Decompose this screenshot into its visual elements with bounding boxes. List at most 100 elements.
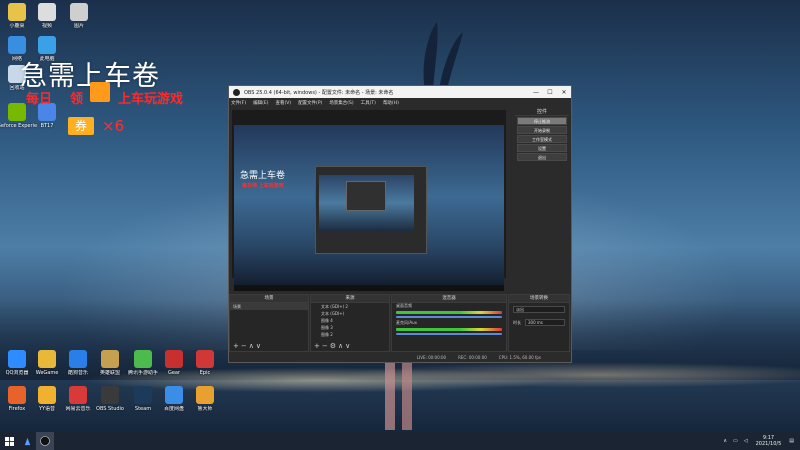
promo-left-text: 每日 bbox=[26, 92, 53, 107]
scenes-header: 场景 bbox=[230, 295, 308, 303]
desktop-audio-meter bbox=[396, 311, 502, 314]
minimize-icon[interactable]: — bbox=[529, 89, 543, 96]
studio-mode-button[interactable]: 工作室模式 bbox=[517, 135, 567, 143]
taskbar: ∧ ▭ ◁ 9:17 2021/10/5 ▤ bbox=[0, 432, 800, 450]
app-icon bbox=[70, 3, 88, 21]
nested-inner-window bbox=[346, 181, 386, 211]
mixer-track-label: 麦克风/Aux bbox=[396, 320, 417, 325]
wallpaper-figure-legs bbox=[385, 362, 412, 430]
app-icon bbox=[38, 350, 56, 368]
desktop-icon[interactable]: 图片 bbox=[59, 3, 99, 29]
obs-window[interactable]: OBS 25.0.4 (64-bit, windows) - 配置文件: 未命名… bbox=[228, 85, 572, 363]
desktop-audio-slider[interactable] bbox=[396, 316, 502, 318]
app-icon bbox=[134, 386, 152, 404]
start-recording-button[interactable]: 开始录制 bbox=[517, 126, 567, 134]
chevron-up-icon[interactable]: ∧ bbox=[723, 438, 727, 444]
mic-audio-meter bbox=[396, 328, 502, 331]
duration-label: 时长 bbox=[513, 319, 521, 325]
menu-file[interactable]: 文件(F) bbox=[231, 100, 246, 106]
promo-badge bbox=[90, 82, 110, 102]
mixer-header: 混音器 bbox=[392, 295, 506, 303]
menu-view[interactable]: 查看(V) bbox=[275, 100, 291, 106]
menu-tools[interactable]: 工具(T) bbox=[361, 100, 376, 106]
app-icon bbox=[8, 386, 26, 404]
obs-menubar: 文件(F) 编辑(E) 查看(V) 配置文件(P) 场景集合(S) 工具(T) … bbox=[229, 98, 571, 107]
desktop-icon-label: 图片 bbox=[73, 23, 84, 29]
transition-type-select[interactable]: 淡出 bbox=[513, 306, 565, 313]
app-icon bbox=[8, 3, 26, 21]
obs-title-text: OBS 25.0.4 (64-bit, windows) - 配置文件: 未命名… bbox=[244, 89, 394, 96]
scene-item[interactable]: 场景 bbox=[230, 303, 308, 310]
taskbar-obs[interactable] bbox=[36, 432, 54, 450]
sources-header: 来源 bbox=[311, 295, 389, 303]
sources-dock: 来源 文本 (GDI+) 2 文本 (GDI+) 图像 4 图像 3 图像 2 … bbox=[310, 294, 390, 352]
desktop-icon-label: BT17 bbox=[40, 123, 54, 129]
menu-scene-collection[interactable]: 场景集合(S) bbox=[329, 100, 353, 106]
source-item[interactable]: 图像 2 bbox=[311, 331, 389, 338]
obs-statusbar: LIVE: 00:00:00 REC: 00:00:00 CPU: 1.5%, … bbox=[229, 353, 571, 362]
system-tray: ∧ ▭ ◁ 9:17 2021/10/5 ▤ bbox=[723, 435, 800, 447]
desktop-icon-label: Epic bbox=[199, 370, 211, 376]
app-icon bbox=[134, 350, 152, 368]
status-rec: REC: 00:00:00 bbox=[458, 355, 487, 360]
app-icon bbox=[196, 350, 214, 368]
app-icon bbox=[8, 36, 26, 54]
promo-right-text: 上车玩游戏 bbox=[118, 92, 184, 107]
app-icon bbox=[196, 386, 214, 404]
transitions-dock: 场景转换 淡出 时长 300 ms bbox=[508, 294, 570, 352]
settings-button[interactable]: 设置 bbox=[517, 144, 567, 152]
controls-header: 控件 bbox=[515, 108, 569, 116]
promo-multiplier: ×6 bbox=[102, 117, 125, 135]
app-icon bbox=[38, 36, 56, 54]
menu-profile[interactable]: 配置文件(P) bbox=[298, 100, 322, 106]
preview-nested-obs bbox=[315, 166, 427, 254]
start-button[interactable] bbox=[0, 432, 18, 450]
obs-preview[interactable]: 急需上车卷 每日领 上车玩游戏 bbox=[232, 110, 506, 291]
menu-edit[interactable]: 编辑(E) bbox=[253, 100, 268, 106]
source-item[interactable]: 文本 (GDI+) 2 bbox=[311, 303, 389, 310]
network-icon[interactable]: ▭ bbox=[733, 438, 738, 444]
source-item[interactable]: 图像 4 bbox=[311, 317, 389, 324]
preview-promo-title: 急需上车卷 bbox=[240, 171, 286, 181]
app-icon bbox=[165, 386, 183, 404]
promo-mid-text: 领 bbox=[70, 92, 84, 107]
taskbar-app-icon[interactable] bbox=[18, 432, 36, 450]
app-icon bbox=[38, 3, 56, 21]
desktop-icon[interactable]: 鲁大师 bbox=[185, 386, 225, 412]
preview-taskbar bbox=[234, 285, 504, 291]
source-item[interactable]: 图像 3 bbox=[311, 324, 389, 331]
obs-logo-icon bbox=[233, 88, 240, 96]
mic-audio-slider[interactable] bbox=[396, 333, 502, 335]
menu-help[interactable]: 帮助(H) bbox=[383, 100, 399, 106]
controls-panel: 控件 停止推流 开始录制 工作室模式 设置 退出 bbox=[515, 108, 569, 180]
obs-icon bbox=[40, 436, 50, 446]
preview-promo-text: 每日领 上车玩游戏 bbox=[242, 183, 284, 189]
app-icon bbox=[101, 350, 119, 368]
mixer-dock: 混音器 桌面音频 麦克风/Aux bbox=[391, 294, 507, 352]
exit-button[interactable]: 退出 bbox=[517, 153, 567, 161]
sources-toolbar[interactable]: +−⚙∧∨ bbox=[311, 342, 389, 351]
app-icon bbox=[69, 350, 87, 368]
clock-date: 2021/10/5 bbox=[755, 441, 782, 447]
app-icon bbox=[101, 386, 119, 404]
app-icon bbox=[24, 437, 30, 445]
obs-titlebar[interactable]: OBS 25.0.4 (64-bit, windows) - 配置文件: 未命名… bbox=[229, 86, 571, 98]
clock[interactable]: 9:17 2021/10/5 bbox=[756, 435, 782, 447]
maximize-icon[interactable]: ☐ bbox=[543, 89, 557, 96]
desktop-icon-label: 鲁大师 bbox=[197, 406, 213, 412]
scenes-toolbar[interactable]: +−∧∨ bbox=[230, 342, 308, 351]
transitions-header: 场景转换 bbox=[509, 295, 569, 303]
app-icon bbox=[8, 350, 26, 368]
notifications-icon[interactable]: ▤ bbox=[789, 438, 794, 444]
promo-coupon: 券 bbox=[68, 117, 94, 135]
stop-stream-button[interactable]: 停止推流 bbox=[517, 117, 567, 125]
mixer-track-label: 桌面音频 bbox=[396, 303, 412, 308]
duration-input[interactable]: 300 ms bbox=[525, 319, 565, 326]
source-item[interactable]: 文本 (GDI+) bbox=[311, 310, 389, 317]
app-icon bbox=[38, 386, 56, 404]
close-icon[interactable]: ✕ bbox=[557, 89, 571, 96]
status-live: LIVE: 00:00:00 bbox=[416, 355, 447, 360]
desktop-icon[interactable]: Epic bbox=[185, 350, 225, 376]
status-cpu: CPU: 1.5%, 60.00 fps bbox=[498, 355, 541, 360]
volume-icon[interactable]: ◁ bbox=[744, 438, 748, 444]
